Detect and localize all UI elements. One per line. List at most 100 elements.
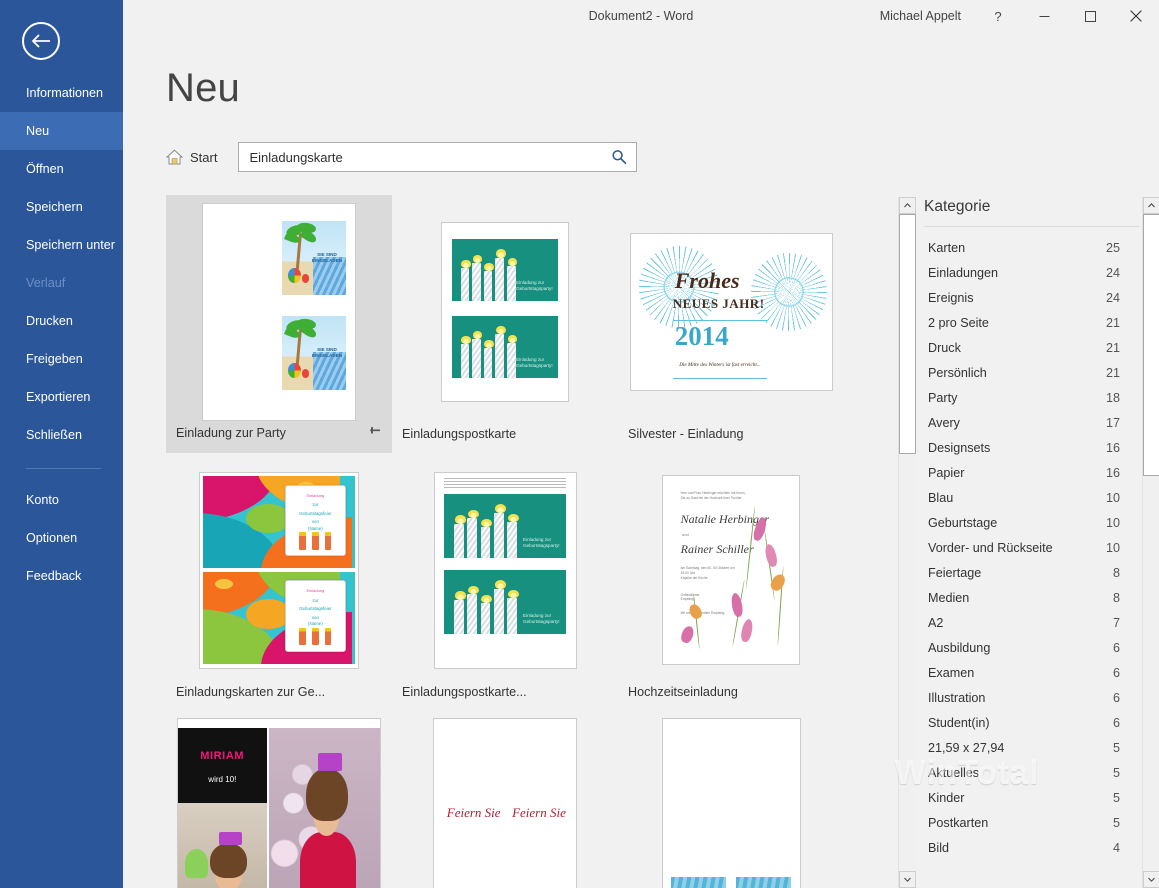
category-item-kinder[interactable]: Kinder5 xyxy=(916,785,1142,810)
candle xyxy=(484,271,492,301)
category-item-persoenlich[interactable]: Persönlich21 xyxy=(916,360,1142,385)
home-link[interactable]: Start xyxy=(166,149,217,165)
scroll-thumb[interactable] xyxy=(1143,214,1159,476)
sidebar-item-optionen[interactable]: Optionen xyxy=(0,519,123,557)
cupcake xyxy=(185,849,208,878)
category-item-designsets[interactable]: Designsets16 xyxy=(916,435,1142,460)
invite-line-2: zur xyxy=(286,598,345,603)
sidebar-item-schliessen[interactable]: Schließen xyxy=(0,416,123,454)
help-button[interactable]: ? xyxy=(975,0,1021,32)
child-hair xyxy=(210,843,247,878)
sidebar-item-oeffnen[interactable]: Öffnen xyxy=(0,150,123,188)
search-row: Start xyxy=(166,142,637,172)
candle xyxy=(507,598,517,634)
sidebar-item-speichern[interactable]: Speichern xyxy=(0,188,123,226)
candle-art-top: Einladung zur Geburtstagsparty! xyxy=(452,239,558,301)
pin-icon[interactable] xyxy=(369,425,382,441)
sidebar-item-drucken[interactable]: Drucken xyxy=(0,302,123,340)
scroll-up-button[interactable] xyxy=(899,197,916,214)
template-card-einladungskarten-geburtstagsfeier[interactable]: Einladung zur Geburtstagsfeier von (Name… xyxy=(166,453,392,711)
category-item-postkarten[interactable]: Postkarten5 xyxy=(916,810,1142,835)
search-button[interactable] xyxy=(604,143,634,171)
template-thumbnail-wrap: Frohes NEUES JAHR! 2014 Die Mitte des Wi… xyxy=(626,202,836,422)
account-name[interactable]: Michael Appelt xyxy=(880,9,975,23)
category-label: Aktuelles xyxy=(928,766,979,780)
minimize-button[interactable] xyxy=(1021,0,1067,32)
template-scrollbar[interactable] xyxy=(898,197,915,888)
and-word: und xyxy=(682,532,689,538)
category-item-feiertage[interactable]: Feiertage8 xyxy=(916,560,1142,585)
category-item-examen[interactable]: Examen6 xyxy=(916,660,1142,685)
mini-candles xyxy=(286,532,345,550)
category-item-medien[interactable]: Medien8 xyxy=(916,585,1142,610)
category-item-geburtstage[interactable]: Geburtstage10 xyxy=(916,510,1142,535)
category-scrollbar[interactable] xyxy=(1142,197,1159,888)
photo-large xyxy=(269,728,380,888)
sidebar-item-speichern-unter[interactable]: Speichern unter xyxy=(0,226,123,264)
category-item-student[interactable]: Student(in)6 xyxy=(916,710,1142,735)
category-item-einladungen[interactable]: Einladungen24 xyxy=(916,260,1142,285)
template-card-silvester-einladung[interactable]: Frohes NEUES JAHR! 2014 Die Mitte des Wi… xyxy=(618,195,844,453)
search-input[interactable] xyxy=(239,143,636,171)
maximize-button[interactable] xyxy=(1067,0,1113,32)
template-card-einladungspostkarte[interactable]: Einladung zur Geburtstagsparty! xyxy=(392,195,618,453)
sidebar-item-feedback[interactable]: Feedback xyxy=(0,557,123,595)
category-item-a2[interactable]: A27 xyxy=(916,610,1142,635)
sidebar-item-freigeben[interactable]: Freigeben xyxy=(0,340,123,378)
template-thumbnail-wrap: SIE SIND EINGELADEN xyxy=(174,202,384,422)
category-item-masse[interactable]: 21,59 x 27,945 xyxy=(916,735,1142,760)
invite-line-2: zur xyxy=(286,502,345,507)
category-item-party[interactable]: Party18 xyxy=(916,385,1142,410)
template-thumbnail: MIRIAM wird 10! xyxy=(177,718,381,888)
close-button[interactable] xyxy=(1113,0,1159,32)
template-card-einladung-zur-party[interactable]: SIE SIND EINGELADEN xyxy=(166,195,392,453)
template-thumbnail: Frohes NEUES JAHR! 2014 Die Mitte des Wi… xyxy=(630,233,833,391)
scroll-thumb[interactable] xyxy=(899,214,916,454)
category-item-blau[interactable]: Blau10 xyxy=(916,485,1142,510)
candle xyxy=(461,344,469,378)
flame xyxy=(484,263,494,271)
mini-candles xyxy=(286,628,345,646)
template-card-einladungspostkarte-2[interactable]: Einladung zur Geburtstagsparty! xyxy=(392,453,618,711)
search-box[interactable] xyxy=(238,142,637,172)
template-card-feiern-sie[interactable]: Feiern Sie Feiern Sie xyxy=(392,711,618,888)
newyear-year: 2014 xyxy=(675,321,729,352)
template-label: Einladungspostkarte xyxy=(402,427,516,441)
sidebar-item-exportieren[interactable]: Exportieren xyxy=(0,378,123,416)
category-item-vorder-und-rueckseite[interactable]: Vorder- und Rückseite10 xyxy=(916,535,1142,560)
flame xyxy=(468,510,479,518)
template-thumbnail: SIE SIND EINGELADEN xyxy=(202,203,356,421)
pinwheel-art-top: Einladung zur Geburtstagsfeier von (Name… xyxy=(203,476,355,568)
category-item-avery[interactable]: Avery17 xyxy=(916,410,1142,435)
scroll-up-button[interactable] xyxy=(1143,197,1159,214)
wedding-reception: GottesdienstEmpfang xyxy=(681,593,738,603)
category-item-ereignis[interactable]: Ereignis24 xyxy=(916,285,1142,310)
chevron-up-icon xyxy=(904,203,911,208)
template-card-wellen-karte[interactable] xyxy=(618,711,844,888)
category-item-druck[interactable]: Druck21 xyxy=(916,335,1142,360)
sidebar-item-neu[interactable]: Neu xyxy=(0,112,123,150)
candle xyxy=(507,343,515,378)
category-item-aktuelles[interactable]: Aktuelles5 xyxy=(916,760,1142,785)
flame xyxy=(495,580,506,589)
template-thumbnail: Einladung zur Geburtstagsparty! xyxy=(441,222,569,402)
scroll-down-button[interactable] xyxy=(899,871,916,888)
category-item-ausbildung[interactable]: Ausbildung6 xyxy=(916,635,1142,660)
template-card-miriam-wird-10[interactable]: MIRIAM wird 10! xyxy=(166,711,392,888)
minimize-icon xyxy=(1039,11,1050,22)
category-item-karten[interactable]: Karten25 xyxy=(916,235,1142,260)
template-thumbnail-wrap: Herr und Frau Herbinger möchten mit Ihne… xyxy=(626,460,836,680)
category-count: 4 xyxy=(1113,841,1120,855)
category-item-bild[interactable]: Bild4 xyxy=(916,835,1142,860)
category-item-2-pro-seite[interactable]: 2 pro Seite21 xyxy=(916,310,1142,335)
scroll-down-button[interactable] xyxy=(1143,871,1159,888)
category-item-illustration[interactable]: Illustration6 xyxy=(916,685,1142,710)
category-count: 10 xyxy=(1106,516,1120,530)
back-button[interactable] xyxy=(22,22,60,60)
sidebar-item-informationen[interactable]: Informationen xyxy=(0,74,123,112)
sidebar-item-konto[interactable]: Konto xyxy=(0,481,123,519)
category-item-papier[interactable]: Papier16 xyxy=(916,460,1142,485)
invite-line-1: Einladung xyxy=(286,493,345,498)
template-card-hochzeitseinladung[interactable]: Herr und Frau Herbinger möchten mit Ihne… xyxy=(618,453,844,711)
flower-petal xyxy=(740,618,754,642)
